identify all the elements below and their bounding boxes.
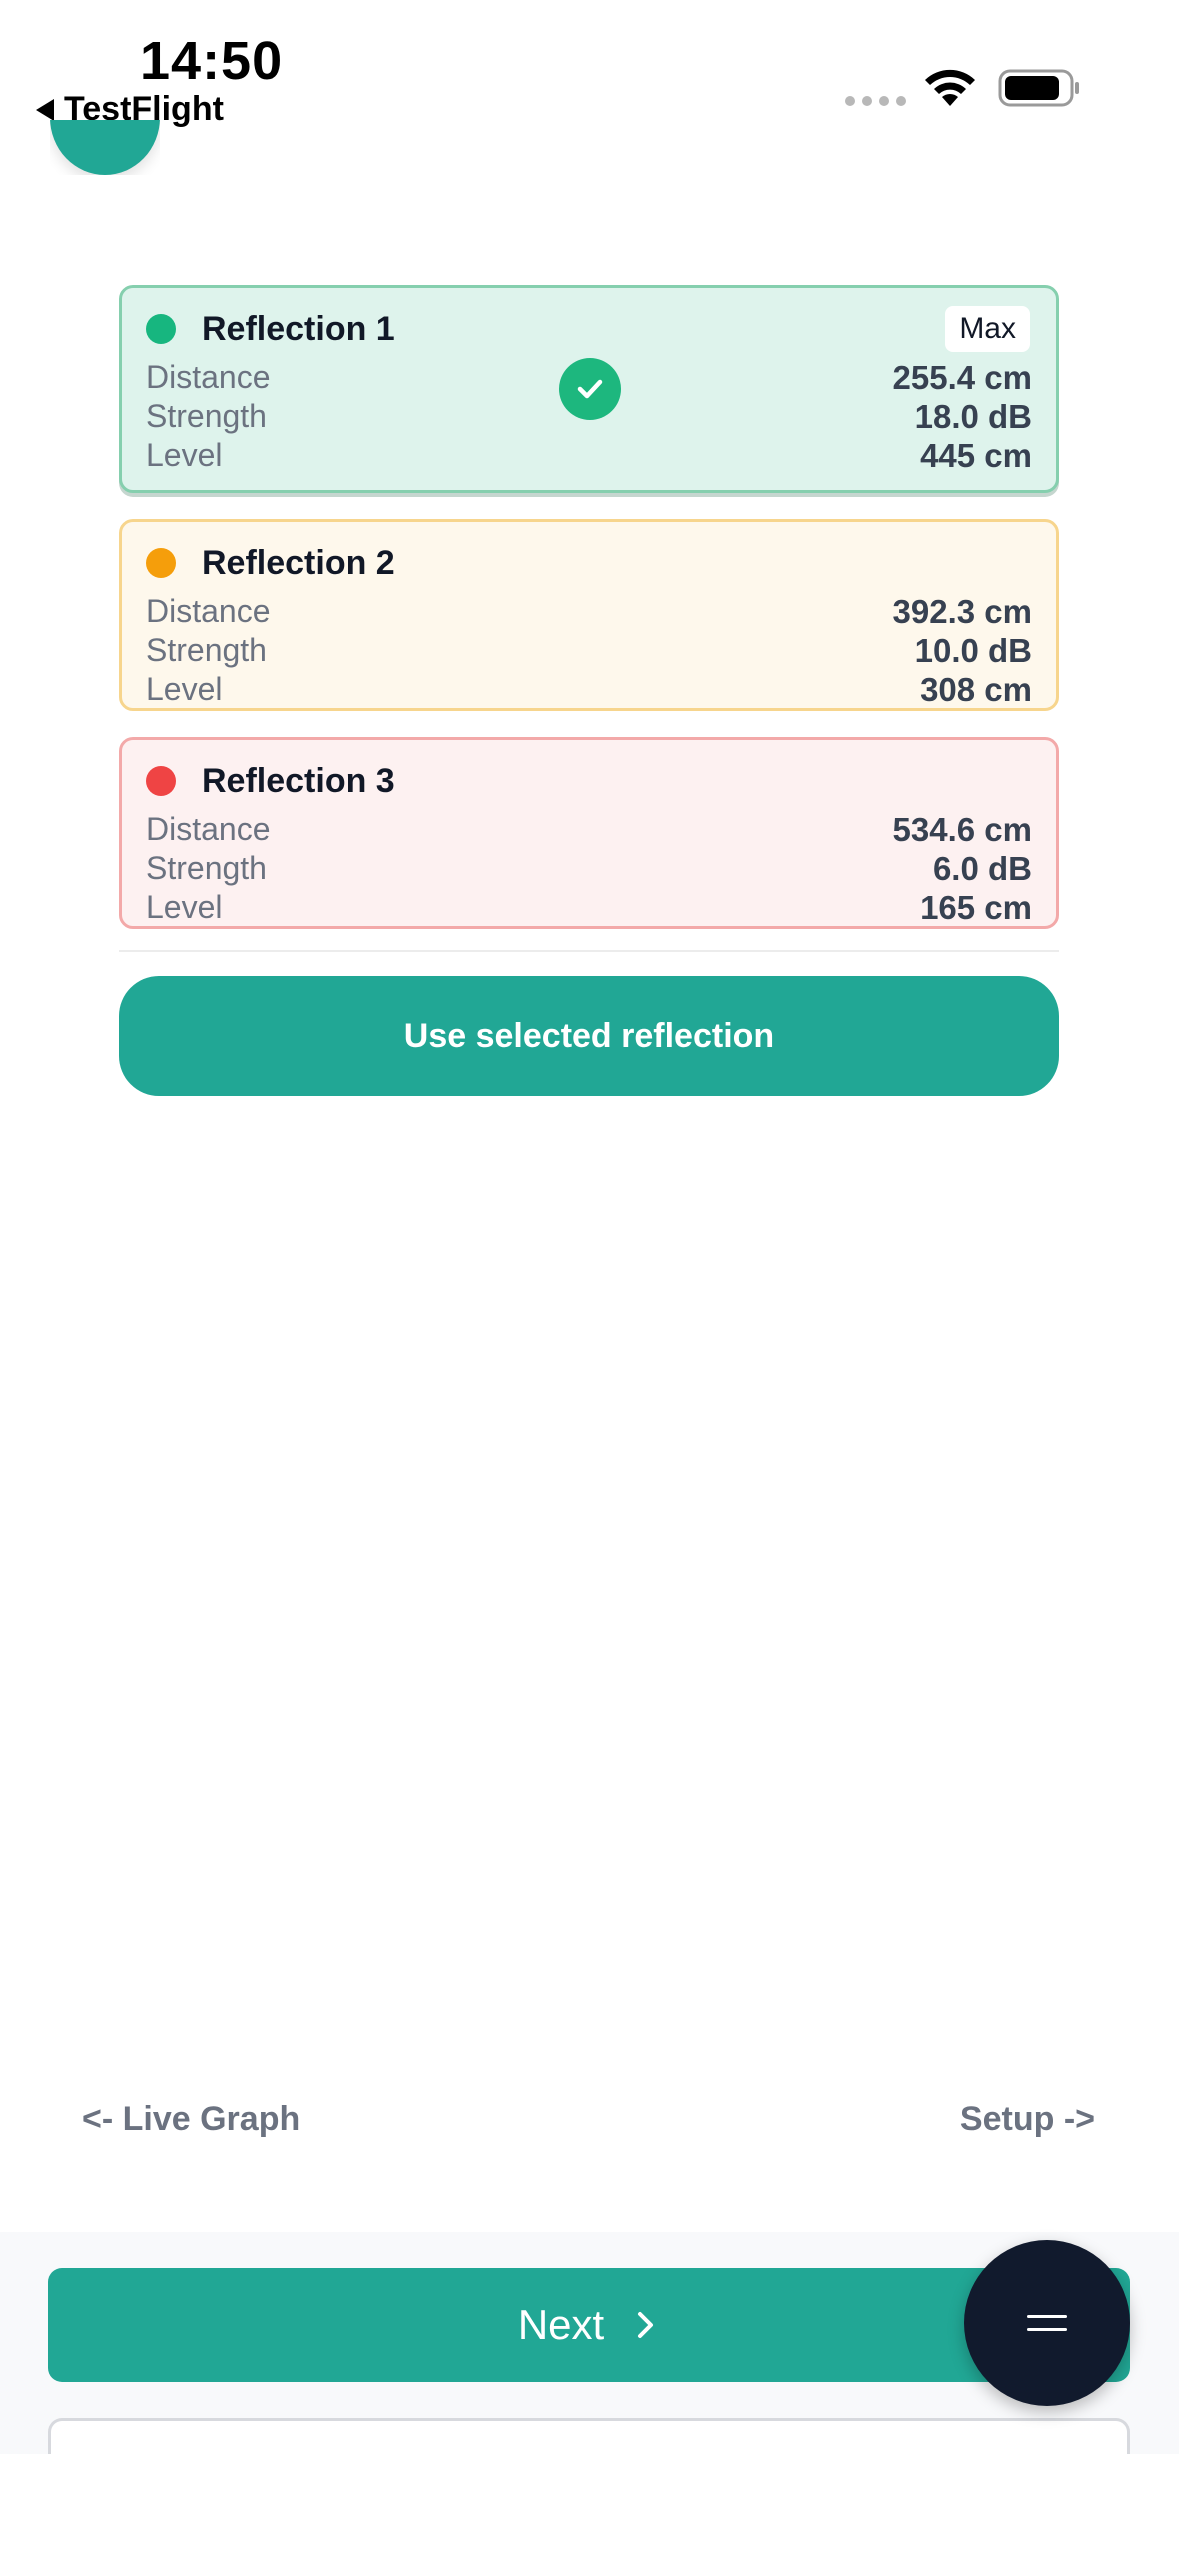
use-selected-reflection-button[interactable]: Use selected reflection [119,976,1059,1096]
row-value: 18.0 dB [914,397,1032,435]
row-value: 10.0 dB [914,631,1032,669]
row-label: Level [146,889,223,925]
reflection-card-2[interactable]: Reflection 2 Distance 392.3 cm Strength … [119,519,1059,711]
reflection-title: Reflection 1 [202,309,395,348]
setup-link[interactable]: Setup -> [960,2100,1095,2139]
level-row: Level 308 cm [146,670,1032,709]
reflection-title: Reflection 3 [202,761,395,800]
cellular-signal-icon [845,96,906,106]
row-label: Distance [146,811,271,847]
menu-icon [1027,2313,1067,2333]
row-label: Strength [146,850,267,886]
status-time: 14:50 [140,31,284,91]
reflection-title: Reflection 2 [202,543,395,582]
row-label: Level [146,671,223,707]
strength-row: Strength 10.0 dB [146,631,1032,670]
wifi-icon [925,69,975,106]
row-value: 6.0 dB [932,849,1032,887]
max-badge: Max [945,306,1030,352]
row-label: Strength [146,398,267,434]
chevron-right-icon [638,2312,654,2338]
status-dot-red-icon [146,766,176,796]
row-value: 392.3 cm [892,592,1032,630]
selected-check-icon [559,358,621,420]
row-label: Distance [146,593,271,629]
menu-fab-button[interactable] [964,2240,1130,2406]
row-value: 445 cm [920,436,1032,474]
reflection-list: Reflection 1 Max Distance 255.4 cm Stren… [119,285,1059,955]
level-row: Level 445 cm [146,436,1032,475]
divider [119,950,1059,952]
level-row: Level 165 cm [146,888,1032,927]
row-label: Distance [146,359,271,395]
back-triangle-icon [36,98,54,121]
next-button-label: Next [517,2301,605,2348]
status-dot-amber-icon [146,548,176,578]
status-dot-green-icon [146,314,176,344]
distance-row: Distance 392.3 cm [146,592,1032,631]
status-bar: 14:50 TestFlight [0,0,1179,140]
reflection-card-1[interactable]: Reflection 1 Max Distance 255.4 cm Stren… [119,285,1059,493]
row-label: Level [146,437,223,473]
reflection-card-3[interactable]: Reflection 3 Distance 534.6 cm Strength … [119,737,1059,929]
strength-row: Strength 6.0 dB [146,849,1032,888]
live-graph-link[interactable]: <- Live Graph [82,2100,300,2139]
distance-row: Distance 534.6 cm [146,810,1032,849]
screen-bottom [0,2454,1179,2556]
row-value: 308 cm [920,670,1032,708]
row-value: 255.4 cm [892,358,1032,396]
row-label: Strength [146,632,267,668]
row-value: 534.6 cm [892,810,1032,848]
battery-icon [998,69,1079,107]
row-value: 165 cm [920,888,1032,926]
